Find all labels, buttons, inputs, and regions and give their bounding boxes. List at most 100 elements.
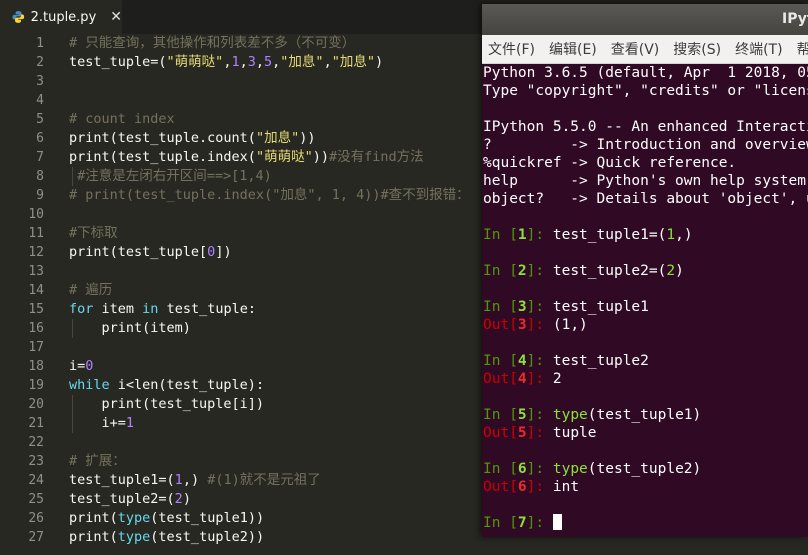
terminal-token: 1	[517, 227, 527, 243]
code-token: while	[69, 377, 110, 393]
code-text: # 只能查询，其他操作和列表差不多（不可变）	[69, 34, 355, 53]
terminal-token: Out[	[483, 317, 518, 333]
code-token: ))	[312, 149, 329, 165]
terminal-menu-item[interactable]: 终端(T)	[735, 39, 782, 59]
editor-tab-active[interactable]: 2.tuple.py ✕	[0, 0, 122, 34]
terminal-menu-item[interactable]: 搜索(S)	[673, 39, 721, 59]
line-number: 22	[28, 435, 44, 450]
code-text: test_tuple=("萌萌哒",1,3,5,"加息","加息")	[69, 53, 383, 72]
terminal-line: Out[6]: int	[482, 478, 808, 496]
terminal-token: ]:	[526, 371, 553, 387]
line-number: 23	[28, 454, 44, 469]
terminal-line: IPython 5.5.0 -- An enhanced Interactive…	[482, 118, 808, 136]
code-text: print(type(test_tuple1))	[69, 509, 264, 528]
terminal-token: In [	[483, 263, 518, 279]
line-number: 1	[36, 36, 44, 51]
terminal-token: 6	[517, 479, 527, 495]
code-token: (test_tuple1))	[150, 510, 265, 526]
code-token: 1	[231, 54, 240, 70]
terminal-token: ]:	[526, 407, 553, 423]
code-token: (test_tuple2))	[150, 529, 265, 545]
code-token: 1	[174, 472, 183, 488]
code-text: # count index	[69, 110, 175, 129]
terminal-line: In [1]: test_tuple1=(1,)	[482, 226, 808, 244]
terminal-menubar: 文件(F) 编辑(E) 查看(V) 搜索(S) 终端(T) 帮助(H)	[482, 35, 808, 64]
code-token: # 遍历	[69, 282, 113, 298]
code-text: test_tuple2=(2)	[69, 490, 191, 509]
code-token: # count index	[69, 111, 175, 127]
code-token: i=	[69, 358, 86, 374]
terminal-token: In [	[483, 227, 518, 243]
terminal-token: test_tuple2=(	[552, 263, 667, 279]
code-text: print(test_tuple.index("萌萌哒"))#没有find方法	[69, 148, 424, 167]
code-token: 0	[85, 358, 94, 374]
terminal-line: Type "copyright", "credits" or "license"…	[482, 82, 808, 100]
code-text: print(type(test_tuple2))	[69, 528, 264, 547]
terminal-token: In [	[483, 461, 518, 477]
line-number: 11	[28, 226, 44, 241]
code-token: ,)	[182, 472, 208, 488]
code-token: ))	[299, 130, 316, 146]
code-token: )	[182, 491, 191, 507]
line-number: 15	[28, 302, 44, 317]
code-text: # 扩展：	[69, 452, 126, 471]
terminal-line: Out[5]: tuple	[482, 424, 808, 442]
code-token: test_tuple2=(	[69, 491, 175, 507]
terminal-token: type	[552, 407, 588, 423]
line-number: 24	[28, 473, 44, 488]
terminal-token: 2	[517, 263, 527, 279]
terminal-token: test_tuple1=(	[552, 227, 667, 243]
code-text: # print(test_tuple.index("加息", 1, 4))#查不…	[69, 186, 470, 205]
terminal-menu-item[interactable]: 编辑(E)	[549, 39, 597, 59]
code-text: while i<len(test_tuple):	[69, 376, 264, 395]
terminal-line: In [4]: test_tuple2	[482, 352, 808, 370]
terminal-titlebar[interactable]: IPython	[482, 4, 808, 35]
terminal-token: ? -> Introduction and overview of IPytho…	[483, 137, 808, 153]
terminal-token: In [	[483, 407, 518, 423]
terminal-line: In [7]:	[482, 514, 808, 532]
terminal-token: help -> Python's own help system.	[483, 173, 808, 189]
terminal-token: (test_tuple2)	[587, 461, 702, 477]
terminal-line: ? -> Introduction and overview of IPytho…	[482, 136, 808, 154]
terminal-token: 4	[517, 371, 527, 387]
terminal-menu-item[interactable]: 查看(V)	[611, 39, 660, 59]
line-number: 27	[28, 530, 44, 545]
terminal-line: In [2]: test_tuple2=(2)	[482, 262, 808, 280]
code-token: "加息"	[255, 130, 300, 146]
terminal-token: In [	[483, 299, 518, 315]
code-token: ])	[215, 244, 232, 260]
code-text: print(test_tuple[0])	[69, 243, 232, 262]
terminal-token: type	[552, 461, 588, 477]
terminal-token: ,)	[675, 227, 693, 243]
terminal-menu-item[interactable]: 帮助(H)	[797, 39, 808, 59]
code-token: item	[93, 301, 143, 317]
terminal-token: 4	[517, 353, 527, 369]
terminal-token: object? -> Details about 'object', use '…	[483, 191, 808, 207]
code-token: print(test_tuple[	[69, 244, 208, 260]
code-text: print(item)	[69, 319, 191, 338]
line-number: 21	[28, 416, 44, 431]
code-token: print(test_tuple.index(	[69, 149, 256, 165]
code-text: i=0	[69, 357, 93, 376]
code-token: for	[69, 301, 94, 317]
line-number: 25	[28, 492, 44, 507]
terminal-token: ]:	[526, 425, 553, 441]
terminal-token: 3	[517, 299, 527, 315]
code-text: i+=1	[69, 414, 135, 433]
terminal-token: 2	[552, 371, 562, 387]
line-number: 3	[36, 74, 44, 89]
terminal-token: (test_tuple1)	[587, 407, 702, 423]
terminal-menu-item[interactable]: 文件(F)	[488, 39, 535, 59]
line-number: 19	[28, 378, 44, 393]
terminal-output[interactable]: Python 3.6.5 (default, Apr 1 2018, 05:46…	[482, 64, 808, 532]
tab-close-icon[interactable]: ✕	[110, 9, 122, 25]
terminal-window[interactable]: IPython 文件(F) 编辑(E) 查看(V) 搜索(S) 终端(T) 帮助(H) P…	[482, 4, 808, 537]
code-text: print(test_tuple.count("加息"))	[69, 129, 315, 148]
code-token: print(	[69, 510, 118, 526]
line-number: 7	[36, 150, 44, 165]
line-number: 18	[28, 359, 44, 374]
code-token: #没有find方法	[328, 149, 424, 165]
